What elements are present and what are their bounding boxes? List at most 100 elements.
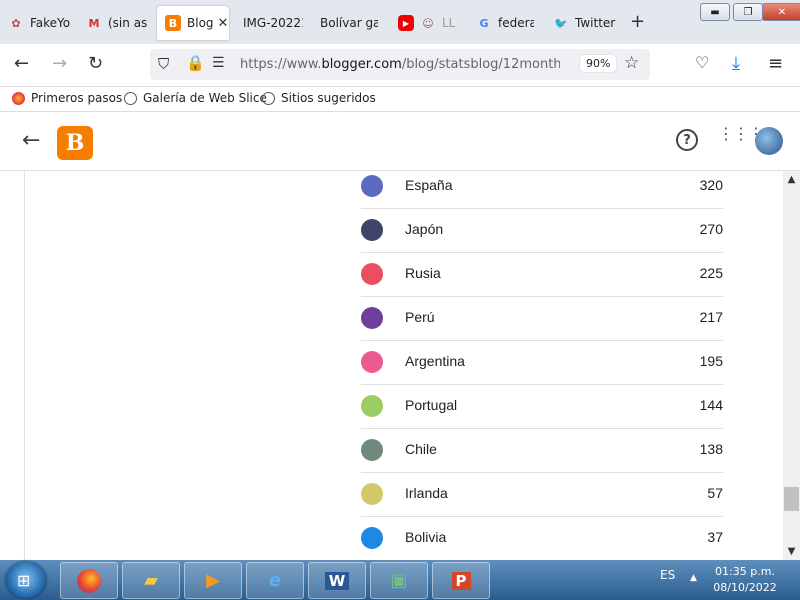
shield-icon[interactable]: ⛉ — [158, 55, 169, 73]
tab-bolivar[interactable]: Bolívar gar — [320, 6, 378, 40]
taskbar-photo-viewer[interactable]: ▣ — [370, 562, 428, 599]
forward-button[interactable]: → — [52, 53, 67, 74]
firefox-icon — [77, 568, 101, 593]
lock-icon[interactable]: 🔒 — [186, 54, 205, 72]
new-tab-button[interactable]: + — [630, 11, 645, 32]
close-tab-icon[interactable]: ✕ — [218, 16, 229, 31]
clock-time: 01:35 p.m. — [715, 565, 775, 578]
country-name: Rusia — [405, 265, 441, 281]
table-row: España 320 — [361, 171, 723, 209]
tab-label: LL — [442, 16, 456, 30]
pageview-count: 37 — [707, 529, 723, 545]
fakeyou-icon: ✿ — [11, 16, 21, 30]
taskbar-media-player[interactable]: ▶ — [184, 562, 242, 599]
blogger-logo[interactable]: B — [57, 126, 93, 160]
country-color-dot — [361, 219, 383, 241]
bookmark-sitios-sugeridos[interactable]: Sitios sugeridos — [262, 91, 376, 105]
windows-logo-icon: ⊞ — [17, 571, 31, 590]
permissions-icon[interactable]: ☰ — [212, 55, 225, 71]
table-row: Bolivia 37 — [361, 516, 723, 560]
country-color-dot — [361, 483, 383, 505]
star-icon[interactable]: ☆ — [624, 53, 639, 73]
tab-img[interactable]: IMG-20221 — [243, 6, 303, 40]
blogger-icon: B — [165, 15, 181, 31]
photo-viewer-icon: ▣ — [390, 570, 408, 591]
country-name: Irlanda — [405, 485, 448, 501]
back-button[interactable]: ← — [14, 53, 29, 74]
address-bar[interactable]: ⛉ 🔒 ☰ https://www.blogger.com/blog/stats… — [150, 49, 650, 80]
minimize-icon: ▬ — [710, 6, 720, 18]
pageview-count: 138 — [699, 441, 723, 457]
back-arrow-icon[interactable]: ← — [22, 128, 40, 153]
close-icon: ✕ — [777, 6, 787, 18]
system-clock[interactable]: 01:35 p.m. 08/10/2022 — [705, 564, 785, 596]
country-color-dot — [361, 395, 383, 417]
country-color-dot — [361, 175, 383, 197]
navigation-bar: ← → ↻ ⛉ 🔒 ☰ https://www.blogger.com/blog… — [0, 44, 800, 87]
tab-fakeyou[interactable]: ✿ FakeYo — [8, 6, 74, 40]
start-button[interactable]: ⊞ — [6, 562, 46, 598]
country-color-dot — [361, 439, 383, 461]
tab-twitter[interactable]: 🐦 Twitter — [553, 6, 619, 40]
word-icon: W — [324, 571, 350, 590]
taskbar-firefox[interactable] — [60, 562, 118, 599]
taskbar-explorer[interactable]: ▰ — [122, 562, 180, 599]
tab-gmail[interactable]: M (sin as — [86, 6, 148, 40]
country-color-dot — [361, 263, 383, 285]
emoji-icon: ☺ — [422, 16, 434, 30]
tab-label: federa — [498, 16, 534, 30]
tab-blogger[interactable]: B Blog ✕ — [157, 6, 229, 40]
pageview-count: 225 — [699, 265, 723, 281]
pageview-count: 144 — [699, 397, 723, 413]
download-icon[interactable]: ⤓ — [732, 53, 740, 74]
pocket-icon[interactable]: ♡ — [695, 53, 709, 72]
reload-button[interactable]: ↻ — [88, 53, 103, 74]
taskbar-word[interactable]: W — [308, 562, 366, 599]
menu-icon[interactable]: ≡ — [768, 53, 783, 74]
country-name: Argentina — [405, 353, 465, 369]
country-name: Portugal — [405, 397, 458, 413]
tab-label: Blog — [187, 16, 214, 30]
url-text[interactable]: https://www.blogger.com/blog/statsblog/1… — [240, 57, 560, 72]
folder-icon: ▰ — [144, 570, 158, 591]
country-color-dot — [361, 351, 383, 373]
country-name: Perú — [405, 309, 435, 325]
table-row: Chile 138 — [361, 428, 723, 473]
bookmark-label: Primeros pasos — [31, 91, 123, 105]
bookmark-label: Sitios sugeridos — [281, 91, 376, 105]
tab-google[interactable]: G federa — [476, 6, 534, 40]
bookmark-label: Galería de Web Slice — [143, 91, 267, 105]
youtube-icon: ▶ — [398, 15, 414, 31]
tab-youtube[interactable]: ▶ ☺ LL — [398, 6, 456, 40]
scrollbar-thumb[interactable] — [784, 487, 799, 511]
powerpoint-icon: P — [451, 571, 471, 590]
url-host: blogger.com — [321, 57, 402, 72]
scroll-down-icon[interactable]: ▼ — [783, 543, 800, 560]
show-hidden-icons-icon[interactable]: ▲ — [690, 573, 697, 583]
minimize-button[interactable]: ▬ — [700, 3, 730, 21]
clock-date: 08/10/2022 — [713, 581, 777, 594]
help-icon[interactable]: ? — [676, 129, 698, 151]
url-prefix: https://www. — [240, 57, 322, 72]
blogger-header: ← B ? ⋮⋮⋮ — [0, 112, 800, 171]
taskbar-internet-explorer[interactable]: e — [246, 562, 304, 599]
avatar[interactable] — [755, 127, 783, 155]
tab-label: FakeYo — [30, 16, 71, 30]
close-window-button[interactable]: ✕ — [762, 3, 800, 21]
taskbar-powerpoint[interactable]: P — [432, 562, 490, 599]
language-indicator[interactable]: ES — [660, 568, 675, 582]
pageview-count: 320 — [699, 177, 723, 193]
tab-strip: ✿ FakeYo M (sin as B Blog ✕ IMG-20221 Bo… — [0, 0, 800, 44]
zoom-level-button[interactable]: 90% — [580, 55, 617, 72]
media-player-icon: ▶ — [206, 570, 220, 591]
bookmark-web-slice[interactable]: Galería de Web Slice — [124, 91, 267, 105]
bookmark-primeros-pasos[interactable]: Primeros pasos — [12, 91, 122, 105]
scroll-up-icon[interactable]: ▲ — [783, 171, 800, 188]
table-row: Irlanda 57 — [361, 472, 723, 517]
country-name: Chile — [405, 441, 437, 457]
table-row: Argentina 195 — [361, 340, 723, 385]
country-stats-panel: España 320 Japón 270 Rusia 225 Perú 217 Argentin… — [24, 171, 784, 560]
country-name: Bolivia — [405, 529, 447, 545]
maximize-button[interactable]: ❐ — [733, 3, 763, 21]
page-scrollbar[interactable]: ▲ ▼ — [783, 171, 800, 560]
